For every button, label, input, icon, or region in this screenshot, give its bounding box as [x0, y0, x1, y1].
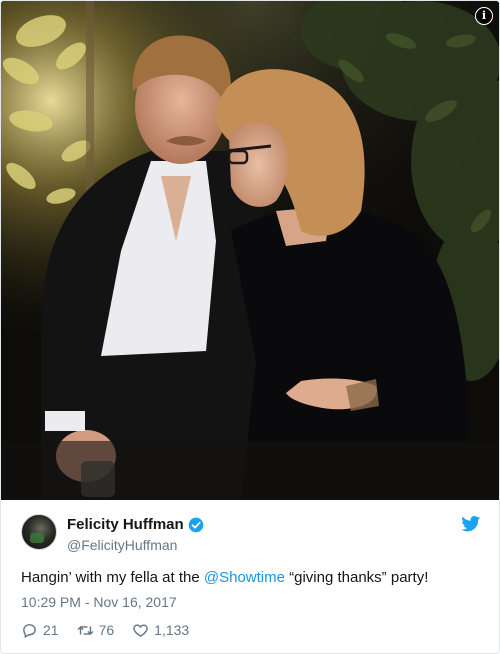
user-handle[interactable]: @FelicityHuffman — [67, 536, 204, 554]
like-count: 1,133 — [154, 622, 190, 638]
retweet-button[interactable]: 76 — [77, 622, 115, 639]
like-button[interactable]: 1,133 — [132, 622, 189, 639]
tweet-body: Felicity Huffman @FelicityHuffman Hangin… — [1, 500, 499, 653]
tweet-photo[interactable]: i — [1, 1, 499, 500]
author-name-block[interactable]: Felicity Huffman @FelicityHuffman — [67, 516, 204, 554]
retweet-count: 76 — [98, 622, 115, 638]
verified-icon — [188, 517, 204, 533]
mention-link[interactable]: @Showtime — [204, 569, 285, 586]
author-row[interactable]: Felicity Huffman @FelicityHuffman — [21, 514, 481, 554]
retweet-icon — [77, 625, 93, 635]
reply-button[interactable]: 21 — [21, 622, 59, 639]
info-icon[interactable]: i — [475, 7, 493, 25]
twitter-bird-icon[interactable] — [461, 516, 481, 532]
tweet-text-before: Hangin’ with my fella at the — [21, 569, 204, 586]
display-name[interactable]: Felicity Huffman — [67, 516, 204, 534]
tweet-embed-card: i Felicity Huffman @FelicityHuffman Hang… — [0, 0, 500, 654]
display-name-text: Felicity Huffman — [67, 516, 184, 533]
reply-icon — [23, 623, 36, 638]
tweet-timestamp[interactable]: 10:29 PM - Nov 16, 2017 — [21, 593, 177, 611]
avatar[interactable] — [21, 514, 57, 550]
like-icon — [133, 623, 148, 637]
tweet-text: Hangin’ with my fella at the @Showtime “… — [21, 568, 481, 588]
reply-count: 21 — [43, 622, 59, 638]
tweet-text-after: “giving thanks” party! — [284, 569, 429, 586]
action-bar: 21 76 1,133 — [21, 620, 207, 640]
